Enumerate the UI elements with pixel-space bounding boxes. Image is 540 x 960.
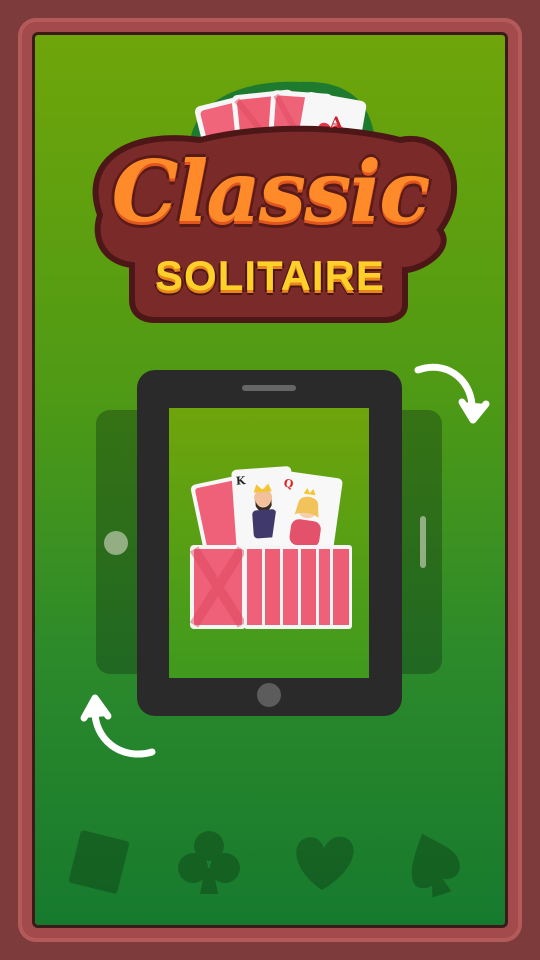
ghost-home-button	[104, 531, 128, 555]
tablet-speaker	[242, 385, 296, 391]
tablet-card-row	[189, 545, 352, 629]
spade-icon	[411, 833, 460, 898]
ghost-speaker	[420, 516, 426, 568]
splash-screen: A Classic SOLITAIRE K Q	[0, 0, 540, 960]
king-rank: K	[235, 474, 246, 488]
title-solitaire: SOLITAIRE	[155, 252, 385, 299]
club-icon	[178, 831, 240, 894]
logo-ace-rank: A	[329, 113, 343, 132]
suit-row	[68, 830, 460, 898]
heart-icon	[296, 836, 354, 890]
title-classic: Classic	[111, 142, 431, 241]
rotate-device-illustration: K Q	[80, 363, 490, 758]
diamond-icon	[68, 830, 130, 894]
tablet-home-button	[257, 683, 281, 707]
